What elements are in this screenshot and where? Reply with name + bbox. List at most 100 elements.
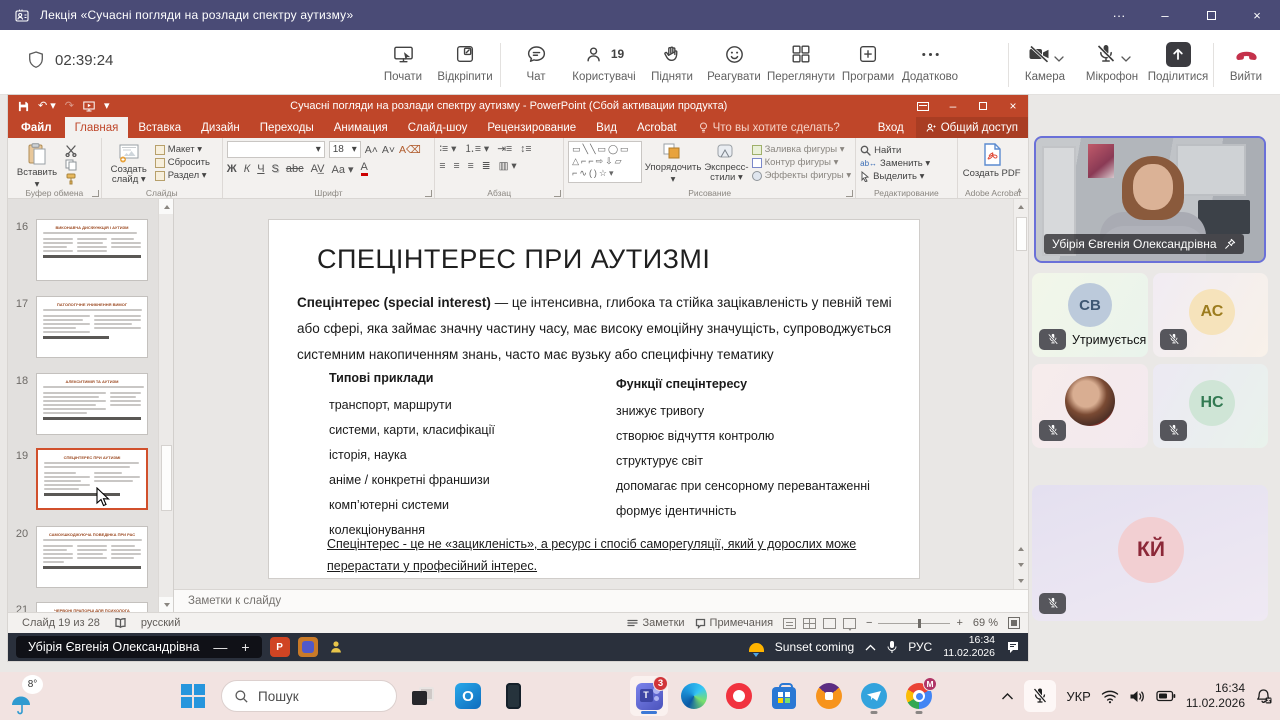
align-center-icon[interactable]: ≡ bbox=[453, 160, 459, 172]
unpin-button[interactable]: Відкріпити bbox=[434, 37, 496, 83]
tab-review[interactable]: Рецензирование bbox=[477, 117, 586, 138]
undo-icon[interactable]: ↶ ▾ bbox=[38, 101, 56, 112]
language-indicator[interactable]: русский bbox=[141, 617, 180, 629]
tab-insert[interactable]: Вставка bbox=[128, 117, 191, 138]
normal-view-button[interactable] bbox=[783, 618, 796, 629]
line-spacing-icon[interactable]: ↕≡ bbox=[520, 143, 531, 155]
font-name-combo[interactable]: ▾ bbox=[227, 141, 325, 158]
shape-fill-button[interactable]: Заливка фигуры ▾ bbox=[752, 144, 852, 155]
volume-icon[interactable] bbox=[1129, 689, 1146, 704]
panel-scroll-down-button[interactable] bbox=[159, 597, 174, 612]
zoom-slider[interactable] bbox=[878, 623, 950, 624]
align-right-icon[interactable]: ≡ bbox=[468, 160, 474, 172]
tab-file[interactable]: Файл bbox=[8, 117, 65, 138]
raise-hand-button[interactable]: Підняти bbox=[641, 37, 703, 83]
chat-button[interactable]: Чат bbox=[505, 37, 567, 83]
copy-icon[interactable] bbox=[65, 159, 77, 171]
slide-sorter-view-button[interactable] bbox=[803, 618, 816, 629]
window-more-button[interactable]: ··· bbox=[1096, 0, 1142, 30]
shrink-font-icon[interactable]: A˅ bbox=[382, 144, 395, 156]
clipboard-dialog-launcher[interactable] bbox=[92, 190, 99, 197]
person-taskbar-icon[interactable] bbox=[326, 637, 346, 657]
start-button[interactable] bbox=[176, 676, 214, 716]
font-size-combo[interactable]: 18▾ bbox=[329, 141, 361, 158]
shadow-icon[interactable]: S bbox=[272, 163, 279, 175]
powerpoint-taskbar-icon[interactable]: P bbox=[270, 637, 290, 657]
shape-outline-button[interactable]: Контур фигуры ▾ bbox=[752, 157, 852, 168]
create-pdf-button[interactable]: Создать PDF bbox=[962, 141, 1022, 187]
reading-view-button[interactable] bbox=[823, 618, 836, 629]
find-button[interactable]: Найти bbox=[860, 145, 930, 156]
mic-button[interactable]: Мікрофон bbox=[1077, 37, 1147, 83]
tray-clock[interactable]: 16:3411.02.2026 bbox=[1186, 681, 1245, 711]
justify-icon[interactable]: ≣ bbox=[482, 160, 491, 172]
tab-animations[interactable]: Анимация bbox=[324, 117, 398, 138]
pill-plus-icon[interactable]: + bbox=[241, 639, 249, 655]
weather-widget[interactable]: 8° bbox=[10, 675, 43, 716]
align-left-icon[interactable]: ≡ bbox=[439, 160, 445, 172]
save-icon[interactable] bbox=[18, 101, 29, 112]
leave-button[interactable]: Вийти bbox=[1218, 37, 1274, 83]
strikethrough-icon[interactable]: abc bbox=[286, 163, 304, 175]
zoom-level[interactable]: 69 % bbox=[973, 617, 998, 629]
thumbnail-20[interactable]: 20 САМОУШКОДЖУЮЧА ПОВЕДІНКА ПРИ РАС bbox=[8, 526, 173, 588]
tell-me-box[interactable]: Что вы хотите сделать? bbox=[699, 122, 840, 134]
more-button[interactable]: Додатково bbox=[899, 37, 961, 83]
task-view-button[interactable] bbox=[404, 676, 442, 716]
previous-slide-button[interactable] bbox=[1014, 541, 1028, 557]
char-spacing-icon[interactable]: AV̲ bbox=[311, 163, 325, 175]
language-switcher[interactable]: УКР bbox=[1066, 689, 1091, 704]
telegram-icon[interactable] bbox=[855, 676, 893, 716]
participant-tile-cv[interactable]: СВ Утримується bbox=[1032, 273, 1148, 357]
zoom-in-button[interactable]: + bbox=[956, 617, 962, 629]
panel-scroll-up-button[interactable] bbox=[159, 199, 174, 214]
editor-scroll-up-button[interactable] bbox=[1014, 199, 1028, 215]
spellcheck-icon[interactable] bbox=[114, 617, 127, 629]
thumbnail-21[interactable]: 21 ЧЕРВОНІ ПРАПОРЦІ ДЛЯ ПСИХОЛОГА bbox=[8, 602, 173, 612]
share-button[interactable]: Поділитися bbox=[1147, 37, 1209, 83]
clear-format-icon[interactable]: A⌫ bbox=[399, 144, 421, 156]
start-recording-button[interactable]: Почати bbox=[372, 37, 434, 83]
react-button[interactable]: Реагувати bbox=[703, 37, 765, 83]
shared-notifications-icon[interactable] bbox=[1006, 640, 1020, 654]
edge-icon[interactable] bbox=[675, 676, 713, 716]
battery-icon[interactable] bbox=[1156, 690, 1176, 702]
camera-button[interactable]: Камера bbox=[1013, 37, 1077, 83]
editor-scrollbar[interactable] bbox=[1013, 199, 1028, 589]
quick-styles-button[interactable]: Экспресс-стили ▾ bbox=[704, 141, 748, 187]
shape-effects-button[interactable]: Эффекты фигуры ▾ bbox=[752, 170, 852, 181]
comments-toggle[interactable]: Примечания bbox=[695, 617, 774, 629]
numbering-icon[interactable]: ⒈≡ ▾ bbox=[464, 141, 489, 156]
pill-minus-icon[interactable]: — bbox=[213, 639, 227, 655]
next-slide-button[interactable] bbox=[1014, 557, 1028, 573]
thumbnail-18[interactable]: 18 АЛЕКСИТИМІЯ ТА АУТИЗМ bbox=[8, 373, 173, 435]
window-minimize-button[interactable]: – bbox=[1142, 0, 1188, 30]
chrome-icon[interactable]: M bbox=[900, 676, 938, 716]
slideshow-icon[interactable] bbox=[83, 101, 95, 112]
avast-icon[interactable] bbox=[810, 676, 848, 716]
outlook-icon[interactable]: O bbox=[449, 676, 487, 716]
tray-expand-icon[interactable] bbox=[865, 644, 876, 651]
ppt-restore-button[interactable] bbox=[968, 95, 998, 117]
apps-button[interactable]: Програми bbox=[837, 37, 899, 83]
arrange-button[interactable]: Упорядочить▾ bbox=[645, 141, 702, 187]
opera-icon[interactable] bbox=[720, 676, 758, 716]
grow-font-icon[interactable]: A˄ bbox=[365, 144, 378, 156]
participant-tile-ac[interactable]: АС bbox=[1153, 273, 1268, 357]
ribbon-display-options-icon[interactable] bbox=[908, 95, 938, 117]
columns-icon[interactable]: ▥ ▾ bbox=[499, 160, 517, 172]
participant-tile-nc[interactable]: НС bbox=[1153, 364, 1268, 448]
window-close-button[interactable]: × bbox=[1234, 0, 1280, 30]
microsoft-store-icon[interactable] bbox=[765, 676, 803, 716]
window-maximize-button[interactable] bbox=[1188, 0, 1234, 30]
font-color-icon[interactable]: A bbox=[361, 162, 368, 176]
drawing-dialog-launcher[interactable] bbox=[846, 190, 853, 197]
wifi-icon[interactable] bbox=[1101, 689, 1119, 704]
participants-button[interactable]: 19 Користувачі bbox=[567, 37, 641, 83]
view-button[interactable]: Переглянути bbox=[765, 37, 837, 83]
thumbnail-16[interactable]: 16 ВИКОНАВЧА ДИСФУНКЦІЯ І АУТИЗМ bbox=[8, 219, 173, 281]
participant-tile-ky[interactable]: КЙ bbox=[1032, 485, 1268, 621]
cut-icon[interactable] bbox=[65, 145, 77, 157]
notification-bell-icon[interactable] bbox=[1255, 688, 1272, 705]
tray-expand-chevron[interactable] bbox=[1001, 692, 1014, 700]
